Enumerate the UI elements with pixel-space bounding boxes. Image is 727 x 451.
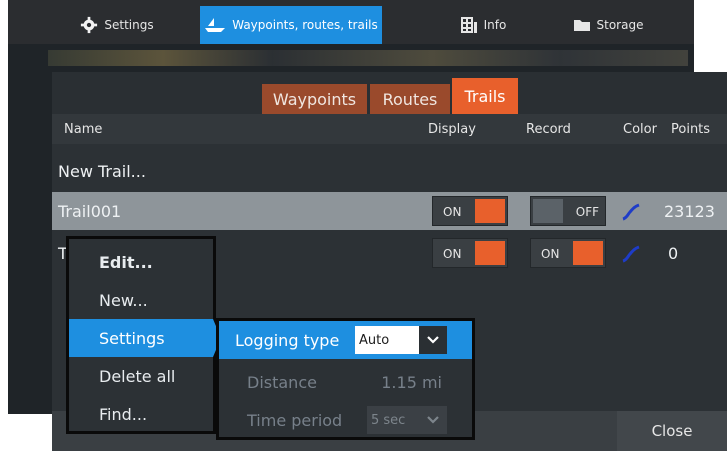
top-nav-bar: Settings Waypoints, routes, trails Info …	[8, 0, 694, 44]
chart-background-strip	[48, 50, 688, 66]
subtab-waypoints[interactable]: Waypoints	[262, 84, 367, 114]
subtab-label: Routes	[382, 89, 438, 109]
column-record: Record	[526, 122, 571, 137]
record-toggle[interactable]: OFF	[530, 196, 606, 226]
menu-item-edit[interactable]: Edit...	[69, 243, 213, 281]
subtab-routes[interactable]: Routes	[370, 84, 450, 114]
toggle-state: ON	[443, 247, 462, 261]
folder-icon	[573, 20, 590, 31]
trail-color-icon[interactable]	[620, 244, 642, 264]
table-row[interactable]: Trail001 ON OFF 23123	[52, 192, 727, 230]
table-header: Name Display Record Color Points	[52, 114, 727, 144]
trail-name: Trail001	[58, 202, 122, 221]
menu-item-label: New...	[99, 291, 148, 310]
logging-type-label: Logging type	[235, 331, 340, 350]
toggle-knob	[475, 199, 505, 223]
subtab-label: Waypoints	[272, 89, 357, 109]
time-period-row: Time period 5 sec	[219, 401, 472, 439]
subtab-bar: Waypoints Routes Trails	[52, 72, 727, 114]
column-name: Name	[64, 122, 103, 137]
column-color: Color	[623, 122, 657, 137]
record-toggle[interactable]: ON	[530, 238, 606, 268]
chevron-down-icon	[419, 326, 447, 354]
new-trail-label: New Trail...	[58, 162, 146, 181]
time-period-label: Time period	[247, 411, 343, 430]
nav-tab-waypoints-routes-trails[interactable]: Waypoints, routes, trails	[200, 6, 382, 44]
toggle-knob	[573, 241, 603, 265]
toggle-state: OFF	[575, 205, 599, 219]
dropdown-value: Auto	[359, 332, 390, 348]
boat-icon	[205, 18, 226, 32]
menu-item-find[interactable]: Find...	[69, 395, 213, 433]
dropdown-value: 5 sec	[371, 412, 406, 428]
time-period-dropdown: 5 sec	[367, 406, 447, 434]
column-points: Points	[671, 122, 711, 137]
gear-icon	[81, 16, 98, 34]
info-grid-icon	[460, 17, 477, 33]
logging-type-row[interactable]: Logging type Auto	[219, 321, 472, 359]
trail-points: 0	[668, 244, 679, 263]
nav-tab-storage[interactable]: Storage	[548, 6, 668, 44]
distance-row: Distance 1.15 mi	[219, 363, 472, 401]
subtab-trails[interactable]: Trails	[452, 78, 518, 114]
logging-type-dropdown[interactable]: Auto	[355, 326, 447, 354]
context-menu: Edit... New... Settings Delete all Find.…	[66, 236, 221, 434]
nav-tab-label: Info	[483, 18, 507, 32]
new-trail-row[interactable]: New Trail...	[52, 152, 727, 190]
nav-tab-label: Settings	[104, 18, 154, 32]
column-display: Display	[428, 122, 476, 137]
toggle-knob	[533, 199, 563, 223]
display-toggle[interactable]: ON	[432, 196, 508, 226]
toggle-knob	[475, 241, 505, 265]
close-button[interactable]: Close	[617, 411, 727, 451]
trail-color-icon[interactable]	[620, 202, 642, 222]
menu-item-label: Edit...	[99, 253, 153, 272]
subtab-label: Trails	[464, 86, 506, 106]
nav-tab-label: Waypoints, routes, trails	[232, 18, 378, 32]
chevron-down-icon	[419, 406, 447, 434]
menu-item-label: Settings	[99, 329, 165, 348]
toggle-state: ON	[541, 247, 560, 261]
trail-points: 23123	[664, 202, 715, 221]
display-toggle[interactable]: ON	[432, 238, 508, 268]
distance-label: Distance	[247, 373, 317, 392]
settings-submenu: Logging type Auto Distance 1.15 mi Time …	[216, 318, 475, 440]
menu-item-label: Delete all	[99, 367, 176, 386]
nav-tab-label: Storage	[596, 18, 644, 32]
menu-item-delete-all[interactable]: Delete all	[69, 357, 213, 395]
menu-item-new[interactable]: New...	[69, 281, 213, 319]
toggle-state: ON	[443, 205, 462, 219]
nav-tab-settings[interactable]: Settings	[52, 6, 182, 44]
distance-value: 1.15 mi	[381, 373, 442, 392]
menu-item-label: Find...	[99, 405, 148, 424]
menu-item-settings[interactable]: Settings	[69, 319, 221, 357]
nav-tab-info[interactable]: Info	[428, 6, 538, 44]
